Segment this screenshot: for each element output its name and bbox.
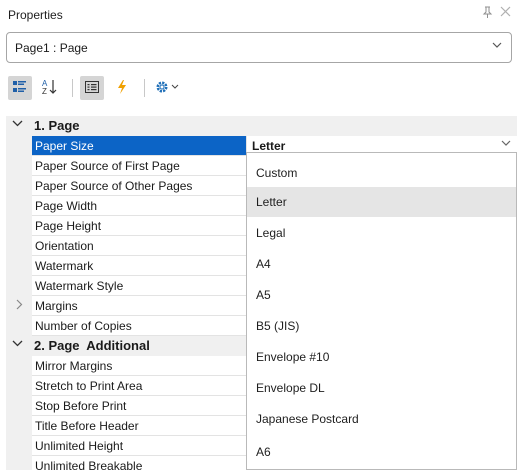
property-name: Unlimited Breakable	[32, 456, 247, 470]
property-name: Mirror Margins	[32, 356, 247, 376]
close-icon[interactable]	[500, 5, 512, 19]
property-name: Paper Size	[32, 136, 247, 156]
dropdown-option[interactable]: Custom	[247, 158, 516, 188]
sort-alphabetical-icon: A Z	[41, 78, 59, 99]
property-name: Unlimited Height	[32, 436, 247, 456]
dropdown-option[interactable]: A4	[247, 249, 516, 279]
settings-gear-icon	[154, 79, 184, 98]
toolbar-separator	[72, 79, 73, 97]
property-name: Watermark	[32, 256, 247, 276]
property-name: Title Before Header	[32, 416, 247, 436]
property-name: Number of Copies	[32, 316, 247, 336]
dropdown-option[interactable]: A5	[247, 280, 516, 310]
dropdown-option[interactable]: A6	[247, 437, 516, 467]
collapse-icon[interactable]	[12, 118, 23, 132]
toolbar-separator	[144, 79, 145, 97]
settings-dropdown-button[interactable]	[152, 76, 186, 100]
dropdown-option[interactable]: Legal	[247, 218, 516, 248]
dropdown-option-selected[interactable]: Letter	[247, 187, 516, 217]
property-name: Stretch to Print Area	[32, 376, 247, 396]
dropdown-option[interactable]: Envelope #10	[247, 342, 516, 372]
property-name: Page Height	[32, 216, 247, 236]
dropdown-option[interactable]: Japanese Postcard	[247, 404, 516, 434]
paper-size-dropdown-list: Custom Letter Legal A4 A5 B5 (JIS) Envel…	[246, 152, 517, 470]
properties-title-bar: Properties	[0, 0, 517, 31]
properties-toolbar: A Z	[0, 70, 517, 108]
properties-view-button[interactable]	[80, 76, 104, 100]
property-name: Orientation	[32, 236, 247, 256]
dropdown-option[interactable]: Envelope DL	[247, 373, 516, 403]
property-name: Paper Source of First Page	[32, 156, 247, 176]
chevron-down-icon[interactable]	[501, 138, 511, 151]
categorized-icon	[12, 79, 28, 98]
property-name: Page Width	[32, 196, 247, 216]
events-button[interactable]	[110, 76, 134, 100]
category-label: 1. Page	[34, 118, 80, 133]
dropdown-option[interactable]: B5 (JIS)	[247, 311, 516, 341]
events-lightning-icon	[115, 79, 129, 98]
category-page[interactable]: 1. Page	[6, 116, 517, 136]
property-name: Margins	[32, 296, 247, 316]
property-name: Watermark Style	[32, 276, 247, 296]
collapse-icon[interactable]	[12, 338, 23, 352]
pin-icon[interactable]	[482, 6, 494, 20]
property-name: Stop Before Print	[32, 396, 247, 416]
expand-icon[interactable]	[12, 298, 26, 314]
properties-icon	[84, 79, 100, 98]
object-selector-value: Page1 : Page	[15, 41, 88, 55]
sort-alphabetical-button[interactable]: A Z	[38, 76, 62, 100]
categorized-button[interactable]	[8, 76, 32, 100]
object-selector[interactable]: Page1 : Page	[6, 32, 512, 63]
chevron-down-icon[interactable]	[492, 40, 502, 53]
category-label: 2. Page Additional	[34, 338, 150, 353]
panel-title: Properties	[8, 8, 63, 22]
property-name: Paper Source of Other Pages	[32, 176, 247, 196]
svg-text:Z: Z	[42, 87, 47, 96]
